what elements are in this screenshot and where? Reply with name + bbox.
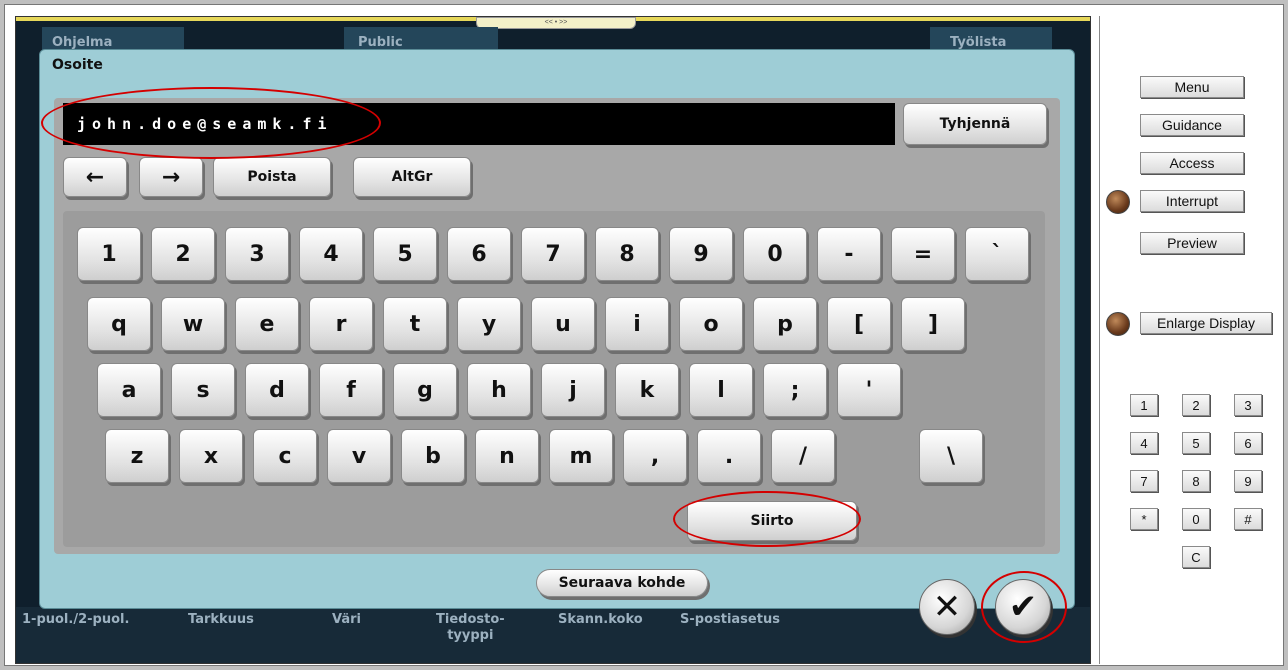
key-row1-4[interactable]: 5: [373, 227, 437, 281]
control-panel: Menu Guidance Access Interrupt Preview E…: [1099, 16, 1277, 664]
key-row3-1[interactable]: s: [171, 363, 235, 417]
key-row2-11[interactable]: ]: [901, 297, 965, 351]
keypad-key-7[interactable]: 8: [1182, 470, 1210, 492]
key-row4-4[interactable]: b: [401, 429, 465, 483]
ok-button[interactable]: ✔: [995, 579, 1051, 635]
key-row2-6[interactable]: u: [531, 297, 595, 351]
interrupt-led: [1106, 190, 1130, 214]
checkmark-icon: ✔: [1008, 587, 1038, 627]
key-row2-4[interactable]: t: [383, 297, 447, 351]
delete-button[interactable]: Poista: [213, 157, 331, 197]
keypad-key-4[interactable]: 5: [1182, 432, 1210, 454]
keypad-key-1[interactable]: 2: [1182, 394, 1210, 416]
keypad-key-9[interactable]: *: [1130, 508, 1158, 530]
shift-button[interactable]: Siirto: [687, 501, 857, 541]
key-row3-10[interactable]: ': [837, 363, 901, 417]
key-row3-0[interactable]: a: [97, 363, 161, 417]
keypad-key-5[interactable]: 6: [1234, 432, 1262, 454]
key-row2-2[interactable]: e: [235, 297, 299, 351]
scan-size-setting[interactable]: Skann.koko: [558, 612, 643, 628]
key-row4-1[interactable]: x: [179, 429, 243, 483]
key-row1-9[interactable]: 0: [743, 227, 807, 281]
key-row1-11[interactable]: =: [891, 227, 955, 281]
key-row2-8[interactable]: o: [679, 297, 743, 351]
key-row3-7[interactable]: k: [615, 363, 679, 417]
keypad-key-10[interactable]: 0: [1182, 508, 1210, 530]
address-input[interactable]: john.doe@seamk.fi: [63, 103, 895, 145]
key-row2-10[interactable]: [: [827, 297, 891, 351]
key-row2-9[interactable]: p: [753, 297, 817, 351]
key-row2-5[interactable]: y: [457, 297, 521, 351]
key-row4-9[interactable]: /: [771, 429, 835, 483]
key-row1-2[interactable]: 3: [225, 227, 289, 281]
key-row3-5[interactable]: h: [467, 363, 531, 417]
key-row1-5[interactable]: 6: [447, 227, 511, 281]
key-row1-6[interactable]: 7: [521, 227, 585, 281]
keypad-key-0[interactable]: 1: [1130, 394, 1158, 416]
key-row4-3[interactable]: v: [327, 429, 391, 483]
key-row1-12[interactable]: `: [965, 227, 1029, 281]
key-row4-5[interactable]: n: [475, 429, 539, 483]
key-row1-0[interactable]: 1: [77, 227, 141, 281]
keypad-key-3[interactable]: 4: [1130, 432, 1158, 454]
key-row2-7[interactable]: i: [605, 297, 669, 351]
clear-button[interactable]: Tyhjennä: [903, 103, 1047, 145]
key-row2-3[interactable]: r: [309, 297, 373, 351]
key-row3-4[interactable]: g: [393, 363, 457, 417]
key-row3-2[interactable]: d: [245, 363, 309, 417]
screen-handle[interactable]: << • >>: [476, 17, 636, 29]
next-destination-button[interactable]: Seuraava kohde: [536, 569, 708, 597]
resolution-setting[interactable]: Tarkkuus: [188, 612, 254, 628]
keypad-key-2[interactable]: 3: [1234, 394, 1262, 416]
key-row1-7[interactable]: 8: [595, 227, 659, 281]
preview-button[interactable]: Preview: [1140, 232, 1244, 254]
keypad-key-11[interactable]: #: [1234, 508, 1262, 530]
altgr-button[interactable]: AltGr: [353, 157, 471, 197]
keypad-key-6[interactable]: 7: [1130, 470, 1158, 492]
key-row3-9[interactable]: ;: [763, 363, 827, 417]
close-icon: ✕: [932, 587, 962, 627]
color-setting[interactable]: Väri: [332, 612, 361, 628]
email-setting[interactable]: S-postiasetus: [680, 612, 780, 628]
interrupt-button[interactable]: Interrupt: [1140, 190, 1244, 212]
key-row4-10[interactable]: \: [919, 429, 983, 483]
access-button[interactable]: Access: [1140, 152, 1244, 174]
key-row1-1[interactable]: 2: [151, 227, 215, 281]
enlarge-display-led: [1106, 312, 1130, 336]
key-row2-1[interactable]: w: [161, 297, 225, 351]
key-row4-2[interactable]: c: [253, 429, 317, 483]
keypad-key-8[interactable]: 9: [1234, 470, 1262, 492]
key-row4-6[interactable]: m: [549, 429, 613, 483]
menu-button[interactable]: Menu: [1140, 76, 1244, 98]
duplex-setting[interactable]: 1-puol./2-puol.: [22, 612, 129, 628]
key-row1-8[interactable]: 9: [669, 227, 733, 281]
key-row3-3[interactable]: f: [319, 363, 383, 417]
key-row1-10[interactable]: -: [817, 227, 881, 281]
keypad-key-12[interactable]: C: [1182, 546, 1210, 568]
key-row4-0[interactable]: z: [105, 429, 169, 483]
guidance-button[interactable]: Guidance: [1140, 114, 1244, 136]
file-type-setting[interactable]: Tiedosto- tyyppi: [436, 612, 505, 644]
cancel-button[interactable]: ✕: [919, 579, 975, 635]
dialog-title: Osoite: [52, 57, 103, 73]
key-row3-6[interactable]: j: [541, 363, 605, 417]
key-row2-0[interactable]: q: [87, 297, 151, 351]
cursor-left-button[interactable]: ←: [63, 157, 127, 197]
key-row3-8[interactable]: l: [689, 363, 753, 417]
window-frame: << • >> Ohjelma Public Työlista 1-puol./…: [4, 4, 1284, 666]
enlarge-display-button[interactable]: Enlarge Display: [1140, 312, 1272, 334]
key-row4-8[interactable]: .: [697, 429, 761, 483]
key-row4-7[interactable]: ,: [623, 429, 687, 483]
key-row1-3[interactable]: 4: [299, 227, 363, 281]
cursor-right-button[interactable]: →: [139, 157, 203, 197]
